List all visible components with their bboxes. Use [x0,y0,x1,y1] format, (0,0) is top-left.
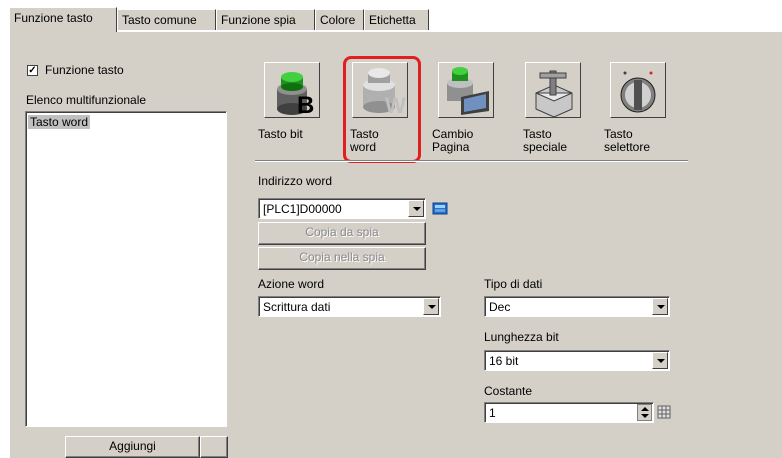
copy-to-lamp-label: Copia nella spia [299,250,385,264]
chevron-down-icon[interactable] [652,298,668,315]
checkbox-label: Funzione tasto [45,63,124,77]
special-key-label-1: Tasto [523,127,552,141]
bit-length-value: 16 bit [489,354,519,368]
word-address-combo[interactable]: [PLC1]D00000 [258,198,426,219]
tab-label: Funzione spia [221,13,296,27]
tab-funzione-spia[interactable]: Funzione spia [216,9,315,30]
word-address-label: Indirizzo word [258,174,333,188]
add-button-label: Aggiungi [109,439,156,453]
constant-value: 1 [489,406,496,420]
tab-colore[interactable]: Colore [315,9,364,30]
copy-from-lamp-button[interactable]: Copia da spia [258,222,426,245]
bit-length-combo[interactable]: 16 bit [484,350,670,371]
keypad-icon [657,405,671,419]
bit-key-button[interactable]: B [264,62,320,118]
special-key-label-2: speciale [523,140,568,154]
word-action-combo[interactable]: Scrittura dati [258,296,441,317]
chevron-down-icon[interactable] [652,352,668,369]
word-key-label-2: word [350,140,377,154]
special-key-button[interactable] [525,62,581,118]
constant-label: Costante [484,384,533,398]
list-title: Elenco multifunzionale [26,93,147,107]
multifunction-list[interactable]: Tasto word [25,111,227,427]
address-input-button[interactable] [430,199,450,218]
separator [255,160,688,162]
bit-key-icon: B [277,72,314,117]
page-change-button[interactable] [438,62,494,118]
tab-label: Tasto comune [122,13,197,27]
svg-text:B: B [297,92,314,117]
selector-key-button[interactable] [610,62,666,118]
spinner-icon[interactable] [637,404,652,421]
tab-label: Funzione tasto [14,11,93,25]
word-key-label-1: Tasto [350,127,379,141]
list-item[interactable]: Tasto word [28,115,91,129]
copy-to-lamp-button[interactable]: Copia nella spia [258,247,426,270]
selector-key-label-1: Tasto [604,127,633,141]
tab-tasto-comune[interactable]: Tasto comune [117,9,216,30]
funzione-tasto-checkbox[interactable]: ✓ [27,65,38,76]
page-change-label-1: Cambio [432,127,474,141]
list-extra-button[interactable] [200,436,228,458]
data-type-value: Dec [489,300,511,314]
bit-length-label: Lunghezza bit [484,330,559,344]
special-key-icon [535,70,573,117]
list-item-label: Tasto word [28,115,91,129]
keypad-button[interactable] [656,403,672,421]
tab-label: Colore [320,13,356,27]
word-action-value: Scrittura dati [263,300,331,314]
tab-funzione-tasto[interactable]: Funzione tasto [9,7,117,32]
page-change-label-2: Pagina [432,140,470,154]
tab-etichetta[interactable]: Etichetta [364,9,429,30]
keypad-icon [432,202,448,215]
word-action-label: Azione word [258,277,325,291]
constant-spinbox[interactable]: 1 [484,402,654,423]
add-button[interactable]: Aggiungi [65,436,200,458]
copy-from-lamp-label: Copia da spia [305,225,379,239]
data-type-label: Tipo di dati [484,277,543,291]
selector-key-label-2: selettore [604,140,651,154]
selector-key-icon [620,71,656,113]
chevron-down-icon[interactable] [423,298,439,315]
page-change-icon [447,67,489,115]
tab-label: Etichetta [369,13,416,27]
bit-key-label: Tasto bit [258,127,303,141]
chevron-down-icon[interactable] [408,200,424,217]
word-address-value: [PLC1]D00000 [263,202,342,216]
data-type-combo[interactable]: Dec [484,296,670,317]
